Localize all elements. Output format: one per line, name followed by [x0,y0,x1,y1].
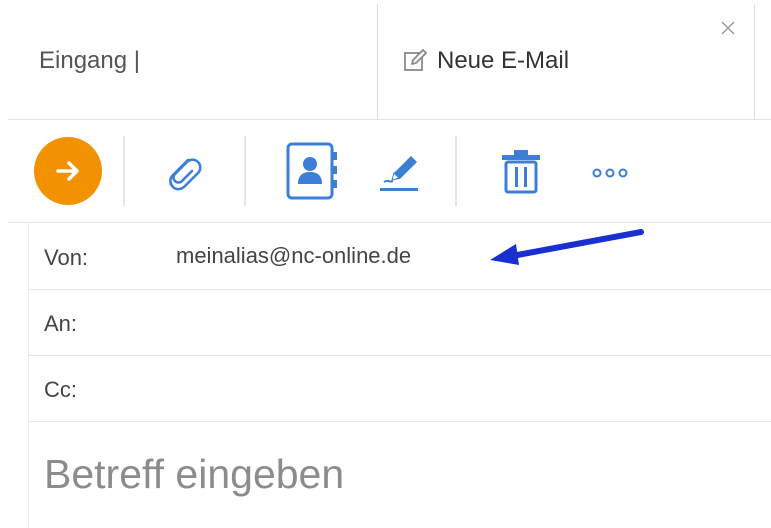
signature-icon [380,156,418,191]
trash-icon [502,150,540,194]
tab-inbox[interactable]: Eingang | [0,4,378,120]
edit-icon [403,49,427,73]
delete-button[interactable] [500,148,542,199]
arrow-right-icon [56,161,79,181]
tab-bar: Eingang | Neue E-Mail [0,0,771,120]
toolbar-divider [8,222,771,223]
send-button[interactable] [34,137,102,205]
more-button[interactable] [591,166,629,185]
close-icon[interactable] [720,20,736,36]
cc-label: Cc: [44,377,77,402]
subject-input[interactable]: Betreff eingeben [44,451,344,498]
toolbar-separator [244,136,246,206]
toolbar-separator [123,136,125,206]
compose-toolbar [0,120,771,222]
tab-new-email-label: Neue E-Mail [437,47,570,74]
to-label: An: [44,311,78,336]
tab-inbox-label: Eingang | [39,47,140,74]
annotation-arrow [490,229,644,265]
from-field[interactable]: meinalias@nc-online.de [176,243,411,269]
tab-bar-filler [755,0,771,120]
address-book-button[interactable] [286,142,342,205]
paperclip-icon [169,158,202,191]
more-icon [592,168,628,178]
attach-button[interactable] [161,150,205,199]
from-label: Von: [44,245,89,270]
toolbar-separator [455,136,457,206]
cc-row: Cc: [28,356,771,422]
signature-button[interactable] [378,150,422,199]
address-book-icon [286,142,337,200]
from-row: Von: meinalias@nc-online.de [28,224,771,290]
tab-new-email[interactable]: Neue E-Mail [379,4,755,120]
to-row: An: [28,290,771,356]
